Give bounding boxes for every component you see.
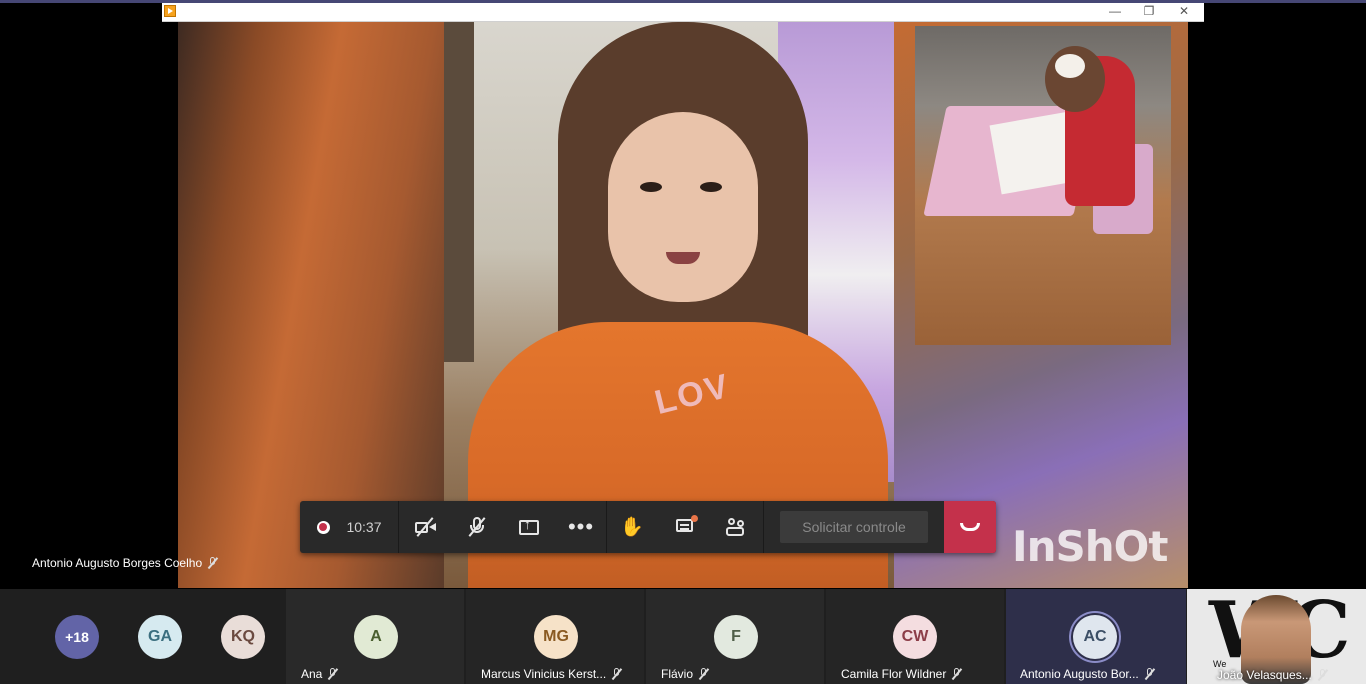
restore-button[interactable]: ❐ xyxy=(1132,3,1166,21)
video-girl-face xyxy=(608,112,758,302)
call-control-bar: 10:37 ••• ✋ Solicitar controle xyxy=(300,501,996,553)
hand-icon: ✋ xyxy=(620,517,644,538)
mic-off-icon xyxy=(611,668,623,680)
speaker-label: Antonio Augusto Borges Coelho xyxy=(32,556,219,570)
mic-off-icon xyxy=(951,668,963,680)
inshot-watermark: InShOt xyxy=(1012,522,1168,571)
participants-button[interactable] xyxy=(716,501,756,553)
avatar: A xyxy=(354,615,398,659)
mic-off-icon xyxy=(698,668,710,680)
app-icon xyxy=(164,5,176,17)
more-icon: ••• xyxy=(567,514,595,539)
divider xyxy=(398,501,399,553)
mic-off-icon xyxy=(327,668,339,680)
avatar: AC xyxy=(1073,615,1117,659)
camera-toggle-button[interactable] xyxy=(405,501,445,553)
more-actions-button[interactable]: ••• xyxy=(561,501,601,553)
record-dot-icon xyxy=(316,520,330,534)
window-title-bar: — ❐ ✕ xyxy=(162,3,1204,22)
participant-tile[interactable]: F Flávio xyxy=(646,589,824,684)
avatar: MG xyxy=(534,615,578,659)
chat-icon xyxy=(674,515,698,538)
overflow-participants-button[interactable]: +18 xyxy=(55,615,99,659)
camera-off-icon xyxy=(414,516,436,538)
close-button[interactable]: ✕ xyxy=(1167,3,1201,21)
mouth xyxy=(666,252,700,264)
recording-indicator xyxy=(314,501,332,553)
mic-toggle-button[interactable] xyxy=(457,501,497,553)
avatar: KQ xyxy=(221,615,265,659)
mic-off-icon xyxy=(207,557,219,569)
avatar: CW xyxy=(893,615,937,659)
divider xyxy=(606,501,607,553)
avatar: F xyxy=(714,615,758,659)
inset-hair-bow xyxy=(1055,54,1085,78)
minimize-button[interactable]: — xyxy=(1098,3,1132,21)
self-video-tile[interactable]: WC We João Velasques... xyxy=(1187,589,1366,684)
request-control-button[interactable]: Solicitar controle xyxy=(780,511,928,543)
speaker-name: Antonio Augusto Borges Coelho xyxy=(32,556,203,570)
participant-tile[interactable]: MG Marcus Vinicius Kerst... xyxy=(466,589,644,684)
participant-name: Flávio xyxy=(661,667,710,681)
call-timer: 10:37 xyxy=(346,519,382,535)
mic-off-icon xyxy=(1317,669,1329,681)
divider xyxy=(763,501,764,553)
participant-tile[interactable]: CW Camila Flor Wildner xyxy=(826,589,1004,684)
hang-up-button[interactable] xyxy=(944,501,996,553)
share-screen-button[interactable] xyxy=(509,501,549,553)
video-wall-shadow xyxy=(444,22,474,362)
mic-off-icon xyxy=(1144,668,1156,680)
participant-tile[interactable]: KQ xyxy=(216,589,272,684)
participant-tile-active-speaker[interactable]: AC Antonio Augusto Bor... xyxy=(1006,589,1186,684)
phone-hangup-icon xyxy=(960,523,980,531)
participant-name: Antonio Augusto Bor... xyxy=(1020,667,1156,681)
self-name: João Velasques... xyxy=(1217,668,1329,682)
participant-tile[interactable]: A Ana xyxy=(286,589,464,684)
participant-gallery: +18 GA KQ A Ana MG Marcus Vinicius Kerst… xyxy=(0,589,1366,684)
raise-hand-button[interactable]: ✋ xyxy=(612,501,652,553)
eye xyxy=(640,182,662,192)
participants-icon xyxy=(725,516,747,538)
participant-name: Camila Flor Wildner xyxy=(841,667,963,681)
participant-name: Ana xyxy=(301,667,339,681)
mic-off-icon xyxy=(466,516,488,538)
participant-name: Marcus Vinicius Kerst... xyxy=(481,667,623,681)
eye xyxy=(700,182,722,192)
share-screen-icon xyxy=(518,516,540,538)
avatar: GA xyxy=(138,615,182,659)
video-inset-clip xyxy=(915,26,1171,345)
participant-tile[interactable]: GA xyxy=(132,589,188,684)
chat-button[interactable] xyxy=(665,501,705,553)
